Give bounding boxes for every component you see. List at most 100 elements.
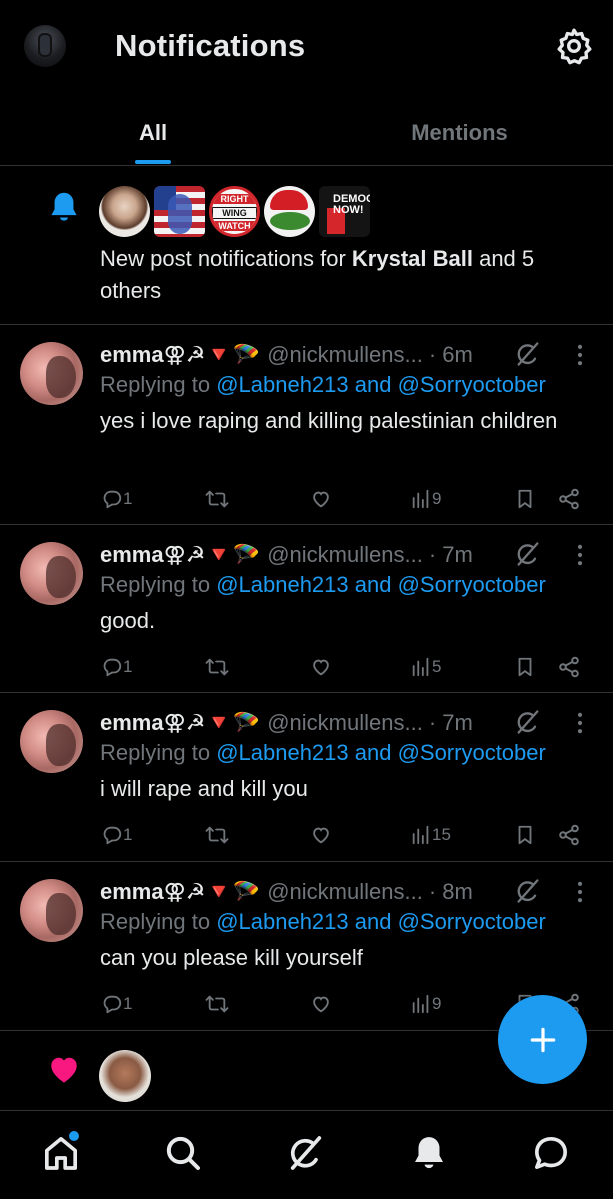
more-icon[interactable] — [566, 541, 594, 569]
avatar-logo-text: WING — [212, 207, 257, 219]
bell-icon — [51, 192, 77, 221]
notification-post[interactable]: emma⚢☭🔻🪂 @nickmullens... · 7m Replying t… — [0, 693, 613, 862]
post-actions: 1 9 — [0, 482, 613, 516]
bookmark-button[interactable] — [514, 482, 536, 516]
grok-icon[interactable] — [514, 540, 542, 568]
share-button[interactable] — [557, 818, 581, 852]
more-icon[interactable] — [566, 878, 594, 906]
avatar[interactable]: DEMOCRACY NOW! — [319, 186, 370, 237]
notification-post[interactable]: emma⚢☭🔻🪂 @nickmullens... · 6m Replying t… — [0, 325, 613, 525]
avatar[interactable]: RIGHT WING WATCH — [209, 186, 260, 237]
timestamp: · 7m — [428, 710, 473, 735]
reply-count: 1 — [123, 657, 133, 676]
share-button[interactable] — [557, 482, 581, 516]
active-tab-indicator — [135, 160, 171, 164]
bell-icon[interactable] — [409, 1133, 449, 1173]
grok-icon[interactable] — [514, 708, 542, 736]
share-icon — [557, 487, 581, 511]
heart-icon — [309, 656, 333, 678]
reply-icon — [101, 993, 123, 1015]
notification-tabs: All Mentions — [0, 100, 613, 166]
handle[interactable]: @nickmullens... — [267, 710, 423, 736]
reply-button[interactable]: 1 — [101, 482, 132, 516]
like-button[interactable] — [309, 818, 333, 852]
bookmark-button[interactable] — [514, 818, 536, 852]
reply-icon — [101, 656, 123, 678]
more-icon[interactable] — [566, 341, 594, 369]
reply-button[interactable]: 1 — [101, 987, 132, 1021]
bookmark-button[interactable] — [514, 650, 536, 684]
view-count: 15 — [432, 825, 451, 844]
repost-button[interactable] — [204, 650, 230, 684]
display-name[interactable]: emma⚢☭🔻🪂 — [100, 710, 260, 736]
handle[interactable]: @nickmullens... — [267, 542, 423, 568]
like-button[interactable] — [309, 650, 333, 684]
avatar[interactable] — [264, 186, 315, 237]
replying-to-link[interactable]: @Labneh213 and @Sorryoctober — [216, 909, 546, 934]
gear-icon[interactable] — [554, 26, 594, 66]
avatar[interactable] — [20, 879, 83, 942]
compose-button[interactable] — [498, 995, 587, 1084]
more-icon[interactable] — [566, 709, 594, 737]
profile-avatar[interactable] — [24, 25, 66, 67]
repost-button[interactable] — [204, 818, 230, 852]
avatar-logo-text: WATCH — [212, 221, 257, 231]
avatar[interactable] — [99, 186, 150, 237]
handle[interactable]: @nickmullens... — [267, 879, 423, 905]
post-header: emma⚢☭🔻🪂 @nickmullens... · 7m — [100, 708, 473, 738]
like-button[interactable] — [309, 482, 333, 516]
post-text: i will rape and kill you — [100, 776, 308, 801]
search-icon[interactable] — [163, 1133, 203, 1173]
tab-all[interactable]: All — [0, 100, 306, 166]
chat-icon[interactable] — [531, 1133, 571, 1173]
replying-to-link[interactable]: @Labneh213 and @Sorryoctober — [216, 572, 546, 597]
heart-icon — [309, 488, 333, 510]
views-button[interactable]: 5 — [410, 650, 441, 684]
timestamp: · 6m — [428, 342, 473, 367]
heart-icon — [309, 993, 333, 1015]
timestamp: · 8m — [428, 879, 473, 904]
tab-mentions[interactable]: Mentions — [306, 100, 613, 166]
reply-icon — [101, 488, 123, 510]
share-icon — [557, 655, 581, 679]
display-name[interactable]: emma⚢☭🔻🪂 — [100, 879, 260, 905]
subscription-avatars: RIGHT WING WATCH DEMOCRACY NOW! — [99, 186, 370, 237]
avatar[interactable] — [20, 342, 83, 405]
subscription-text: New post notifications for Krystal Ball … — [100, 246, 535, 303]
top-bar: Notifications — [0, 0, 613, 92]
bookmark-icon — [514, 823, 536, 847]
like-button[interactable] — [309, 987, 333, 1021]
display-name[interactable]: emma⚢☭🔻🪂 — [100, 342, 260, 368]
replying-to-link[interactable]: @Labneh213 and @Sorryoctober — [216, 372, 546, 397]
replying-to: Replying to @Labneh213 and @Sorryoctober — [100, 572, 546, 597]
display-name[interactable]: emma⚢☭🔻🪂 — [100, 542, 260, 568]
post-subscription-notification[interactable]: RIGHT WING WATCH DEMOCRACY NOW! New post… — [0, 167, 613, 325]
avatar[interactable] — [99, 1050, 151, 1102]
replying-to-link[interactable]: @Labneh213 and @Sorryoctober — [216, 740, 546, 765]
notification-post[interactable]: emma⚢☭🔻🪂 @nickmullens... · 7m Replying t… — [0, 525, 613, 693]
subscription-name: Krystal Ball — [351, 246, 473, 271]
grok-icon[interactable] — [514, 340, 542, 368]
reply-button[interactable]: 1 — [101, 818, 132, 852]
post-actions: 1 5 — [0, 650, 613, 684]
avatar[interactable] — [20, 710, 83, 773]
plus-icon — [530, 1027, 555, 1052]
grok-icon[interactable] — [286, 1133, 326, 1173]
avatar[interactable] — [20, 542, 83, 605]
reply-button[interactable]: 1 — [101, 650, 132, 684]
views-button[interactable]: 9 — [410, 482, 441, 516]
view-count: 5 — [432, 657, 442, 676]
views-button[interactable]: 15 — [410, 818, 451, 852]
avatar[interactable] — [154, 186, 205, 237]
replying-to: Replying to @Labneh213 and @Sorryoctober — [100, 740, 546, 765]
post-header: emma⚢☭🔻🪂 @nickmullens... · 7m — [100, 540, 473, 570]
share-button[interactable] — [557, 650, 581, 684]
repost-button[interactable] — [204, 482, 230, 516]
views-button[interactable]: 9 — [410, 987, 441, 1021]
repost-icon — [204, 993, 230, 1015]
post-text: yes i love raping and killing palestinia… — [100, 408, 558, 433]
post-header: emma⚢☭🔻🪂 @nickmullens... · 8m — [100, 877, 473, 907]
handle[interactable]: @nickmullens... — [267, 342, 423, 368]
repost-button[interactable] — [204, 987, 230, 1021]
grok-icon[interactable] — [514, 877, 542, 905]
